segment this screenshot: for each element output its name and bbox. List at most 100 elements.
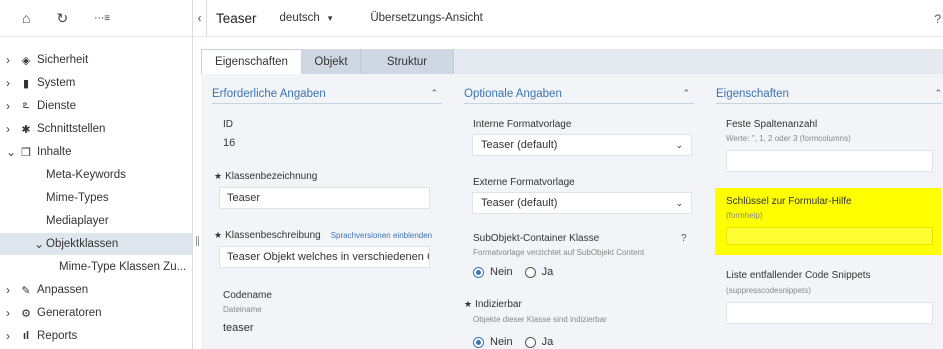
- sidebar-item-inhalte[interactable]: ⌄ ❐ Inhalte: [0, 141, 192, 163]
- language-select[interactable]: deutsch: [280, 12, 320, 24]
- home-icon[interactable]: ⌂: [22, 10, 30, 26]
- sidebar-item-generatoren[interactable]: › ⚙ Generatoren: [0, 302, 192, 324]
- select-value: Teaser (default): [481, 197, 558, 209]
- klassenbezeichnung-label: ★ Klassenbezeichnung: [214, 171, 317, 182]
- chevron-right-icon: ›: [6, 53, 10, 67]
- code-snippets-input[interactable]: [726, 302, 933, 324]
- interne-formatvorlage-select[interactable]: Teaser (default) ⌄: [472, 134, 692, 156]
- code-snippets-label: Liste entfallender Code Snippets: [726, 270, 871, 281]
- services-icon: ఽ: [22, 98, 30, 111]
- sidebar-item-schnittstellen[interactable]: › ✱ Schnittstellen: [0, 118, 192, 140]
- translation-view-button[interactable]: Übersetzungs-Ansicht: [370, 12, 483, 24]
- klassenbeschreibung-input[interactable]: Teaser Objekt welches in verschiedenen O…: [219, 246, 430, 268]
- codename-label: Codename: [223, 290, 272, 301]
- sidebar-item-label: Dienste: [37, 100, 76, 112]
- codename-value: teaser: [223, 322, 254, 334]
- chevron-down-icon[interactable]: ▾: [328, 13, 333, 24]
- tab-struktur[interactable]: Struktur: [361, 49, 454, 74]
- sidebar-item-label: Sicherheit: [37, 54, 89, 66]
- sidebar: ⌂ ↻ ⋯≡ › ◈ Sicherheit › ▮ System › ఽ Die…: [0, 0, 193, 349]
- chevron-left-icon: ‹: [197, 11, 202, 25]
- label-text: Klassenbeschreibung: [225, 230, 321, 241]
- sprachversionen-link[interactable]: Sprachversionen einblenden: [331, 231, 432, 240]
- bar-chart-icon: ıl: [22, 330, 30, 342]
- help-icon[interactable]: ?: [681, 233, 687, 244]
- label-text: Klassenbezeichnung: [225, 171, 318, 182]
- chevron-down-icon: ⌄: [34, 237, 45, 251]
- radio-nein[interactable]: [473, 336, 484, 348]
- klassenbezeichnung-input[interactable]: Teaser: [219, 187, 430, 209]
- sidebar-item-anpassen[interactable]: › ✎ Anpassen: [0, 279, 192, 301]
- sidebar-item-label: Reports: [37, 330, 78, 342]
- id-label: ID: [223, 119, 233, 130]
- sidebar-item-dienste[interactable]: › ఽ Dienste: [0, 95, 192, 117]
- chevron-up-icon[interactable]: ⌃: [934, 88, 942, 99]
- radio-ja[interactable]: [524, 266, 536, 278]
- sidebar-item-label: Inhalte: [37, 146, 72, 158]
- feste-spaltenanzahl-hint: Werte: '', 1, 2 oder 3 (formcolumns): [726, 134, 851, 143]
- section-header[interactable]: Erforderliche Angaben ⌃: [212, 84, 442, 104]
- sidebar-item-system[interactable]: › ▮ System: [0, 72, 192, 94]
- radio-nein-label: Nein: [490, 266, 513, 278]
- chevron-right-icon: ›: [6, 99, 10, 113]
- tab-objekt[interactable]: Objekt: [302, 49, 361, 74]
- section-title: Erforderliche Angaben: [212, 87, 326, 100]
- feste-spaltenanzahl-label: Feste Spaltenanzahl: [726, 119, 818, 130]
- sidebar-item-reports[interactable]: › ıl Reports: [0, 325, 192, 347]
- back-button[interactable]: ‹: [193, 0, 207, 37]
- page-title: Teaser: [216, 10, 257, 26]
- section-header[interactable]: Optionale Angaben ⌃: [464, 84, 694, 104]
- sidebar-item-label: Generatoren: [37, 307, 102, 319]
- chevron-down-icon: ⌄: [675, 139, 683, 150]
- sidebar-item-label: Schnittstellen: [37, 123, 106, 135]
- externe-formatvorlage-label: Externe Formatvorlage: [473, 177, 575, 188]
- chevron-down-icon: ⌄: [6, 145, 17, 159]
- chevron-right-icon: ›: [6, 283, 10, 297]
- header: ‹ Teaser deutsch ▾ Übersetzungs-Ansicht …: [193, 0, 943, 37]
- select-value: Teaser (default): [481, 139, 558, 151]
- sidebar-item-label: Objektklassen: [46, 238, 119, 250]
- externe-formatvorlage-select[interactable]: Teaser (default) ⌄: [472, 192, 692, 214]
- sidebar-item-label: Mime-Type Klassen Zu...: [59, 261, 187, 273]
- codename-hint: Dateiname: [223, 305, 262, 314]
- chevron-right-icon: ›: [6, 122, 10, 136]
- indizierbar-hint: Objekte dieser Klasse sind indizierbar: [473, 315, 607, 324]
- sidebar-item-mime-types[interactable]: Mime-Types: [0, 187, 192, 209]
- sidebar-item-mime-type-klassen[interactable]: Mime-Type Klassen Zu...: [0, 256, 192, 278]
- tab-bar: Eigenschaften Objekt Struktur: [201, 49, 943, 74]
- subobjekt-container-label: SubObjekt-Container Klasse: [473, 233, 600, 244]
- indizierbar-radio-group: Nein Ja: [473, 336, 553, 348]
- radio-nein-label: Nein: [490, 336, 513, 348]
- required-star-icon: ★: [214, 171, 223, 181]
- sidebar-item-mediaplayer[interactable]: Mediaplayer: [0, 210, 192, 232]
- radio-ja-label: Ja: [541, 336, 554, 348]
- puzzle-icon: ✱: [21, 123, 31, 136]
- code-snippets-hint: (suppresscodesnippets): [726, 286, 811, 295]
- help-icon[interactable]: ?: [934, 12, 941, 26]
- formular-hilfe-input[interactable]: [726, 227, 933, 245]
- sidebar-item-label: Meta-Keywords: [46, 169, 126, 181]
- sidebar-item-meta-keywords[interactable]: Meta-Keywords: [0, 164, 192, 186]
- feste-spaltenanzahl-input[interactable]: [726, 150, 933, 172]
- sidebar-item-sicherheit[interactable]: › ◈ Sicherheit: [0, 49, 192, 71]
- gear-icon: ⚙: [21, 307, 31, 320]
- required-star-icon: ★: [464, 299, 473, 309]
- radio-ja[interactable]: [524, 336, 536, 348]
- wrench-icon: ✎: [21, 284, 31, 297]
- sidebar-item-label: Mediaplayer: [46, 215, 109, 227]
- tab-eigenschaften[interactable]: Eigenschaften: [201, 49, 302, 74]
- sidebar-item-label: Mime-Types: [46, 192, 109, 204]
- sidebar-resize-handle[interactable]: [196, 236, 199, 246]
- sidebar-item-label: Anpassen: [37, 284, 89, 296]
- formular-hilfe-hint: (formhelp): [726, 211, 763, 220]
- section-header[interactable]: Eigenschaften ⌃: [716, 84, 942, 104]
- filter-icon[interactable]: ⋯≡: [94, 13, 110, 24]
- radio-nein[interactable]: [473, 266, 484, 278]
- chevron-up-icon[interactable]: ⌃: [430, 88, 438, 99]
- refresh-icon[interactable]: ↻: [56, 10, 68, 27]
- content-area: Erforderliche Angaben ⌃ ID 16 ★ Klassenbe…: [201, 74, 943, 349]
- label-text: Indizierbar: [475, 299, 522, 310]
- radio-ja-label: Ja: [541, 266, 554, 278]
- chevron-up-icon[interactable]: ⌃: [682, 88, 690, 99]
- sidebar-item-objektklassen[interactable]: ⌄ Objektklassen: [0, 233, 192, 255]
